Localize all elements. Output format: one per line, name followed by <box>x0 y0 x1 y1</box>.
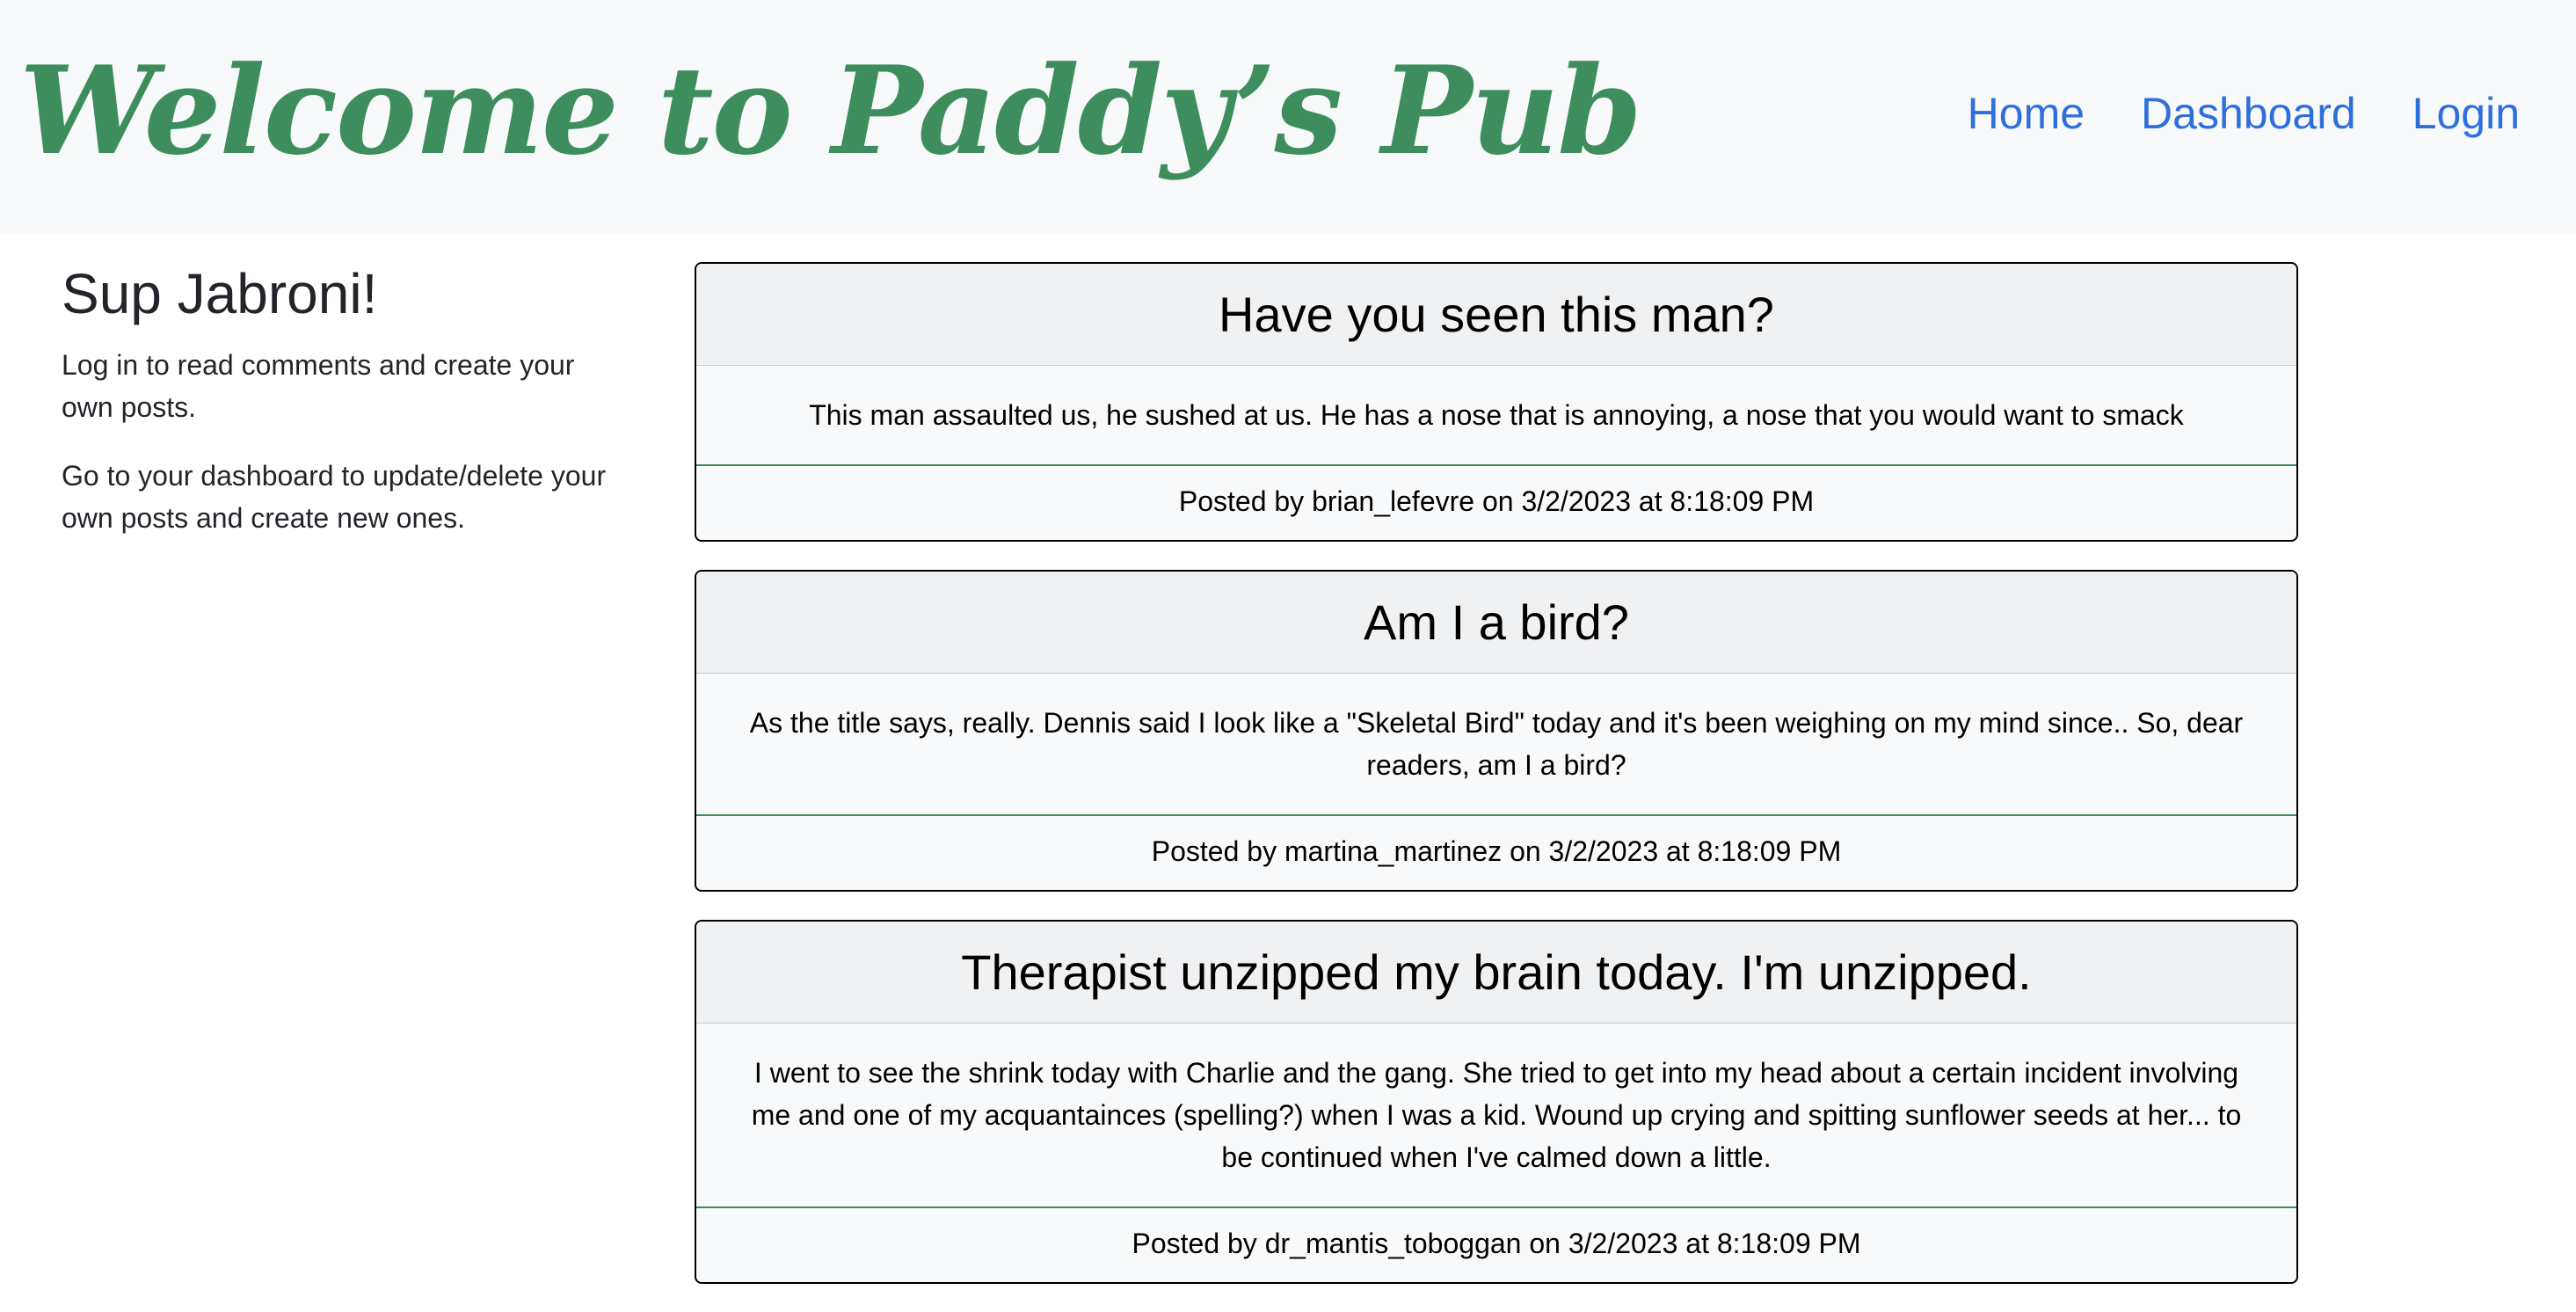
sidebar: Sup Jabroni! Log in to read comments and… <box>62 260 624 565</box>
post-card[interactable]: Have you seen this man? This man assault… <box>695 262 2298 542</box>
post-body: This man assaulted us, he sushed at us. … <box>809 399 2184 431</box>
post-meta: Posted by dr_mantis_toboggan on 3/2/2023… <box>1132 1228 1861 1259</box>
nav-link-login[interactable]: Login <box>2412 88 2520 139</box>
post-list: Have you seen this man? This man assault… <box>695 262 2298 1312</box>
post-meta: Posted by brian_lefevre on 3/2/2023 at 8… <box>1178 485 1815 517</box>
post-body: As the title says, really. Dennis said I… <box>749 707 2244 781</box>
post-footer: Posted by martina_martinez on 3/2/2023 a… <box>696 814 2296 890</box>
nav-link-home[interactable]: Home <box>1968 88 2085 139</box>
main-nav: Home Dashboard Login <box>1968 88 2520 139</box>
nav-link-dashboard[interactable]: Dashboard <box>2141 88 2356 139</box>
post-title[interactable]: Have you seen this man? <box>696 264 2296 366</box>
sidebar-paragraph: Log in to read comments and create your … <box>62 348 575 423</box>
post-title[interactable]: Therapist unzipped my brain today. I'm u… <box>696 922 2296 1024</box>
site-header: Welcome to Paddy’s Pub Home Dashboard Lo… <box>0 0 2576 234</box>
post-card[interactable]: Am I a bird? As the title says, really. … <box>695 570 2298 892</box>
post-card[interactable]: Therapist unzipped my brain today. I'm u… <box>695 920 2298 1284</box>
post-body: I went to see the shrink today with Char… <box>751 1057 2242 1173</box>
sidebar-paragraph: Go to your dashboard to update/delete yo… <box>62 459 607 534</box>
post-title[interactable]: Am I a bird? <box>696 572 2296 674</box>
sidebar-heading: Sup Jabroni! <box>62 262 378 325</box>
post-meta: Posted by martina_martinez on 3/2/2023 a… <box>1151 835 1842 867</box>
post-footer: Posted by dr_mantis_toboggan on 3/2/2023… <box>696 1206 2296 1282</box>
post-footer: Posted by brian_lefevre on 3/2/2023 at 8… <box>696 464 2296 540</box>
site-title: Welcome to Paddy’s Pub <box>19 39 1642 182</box>
